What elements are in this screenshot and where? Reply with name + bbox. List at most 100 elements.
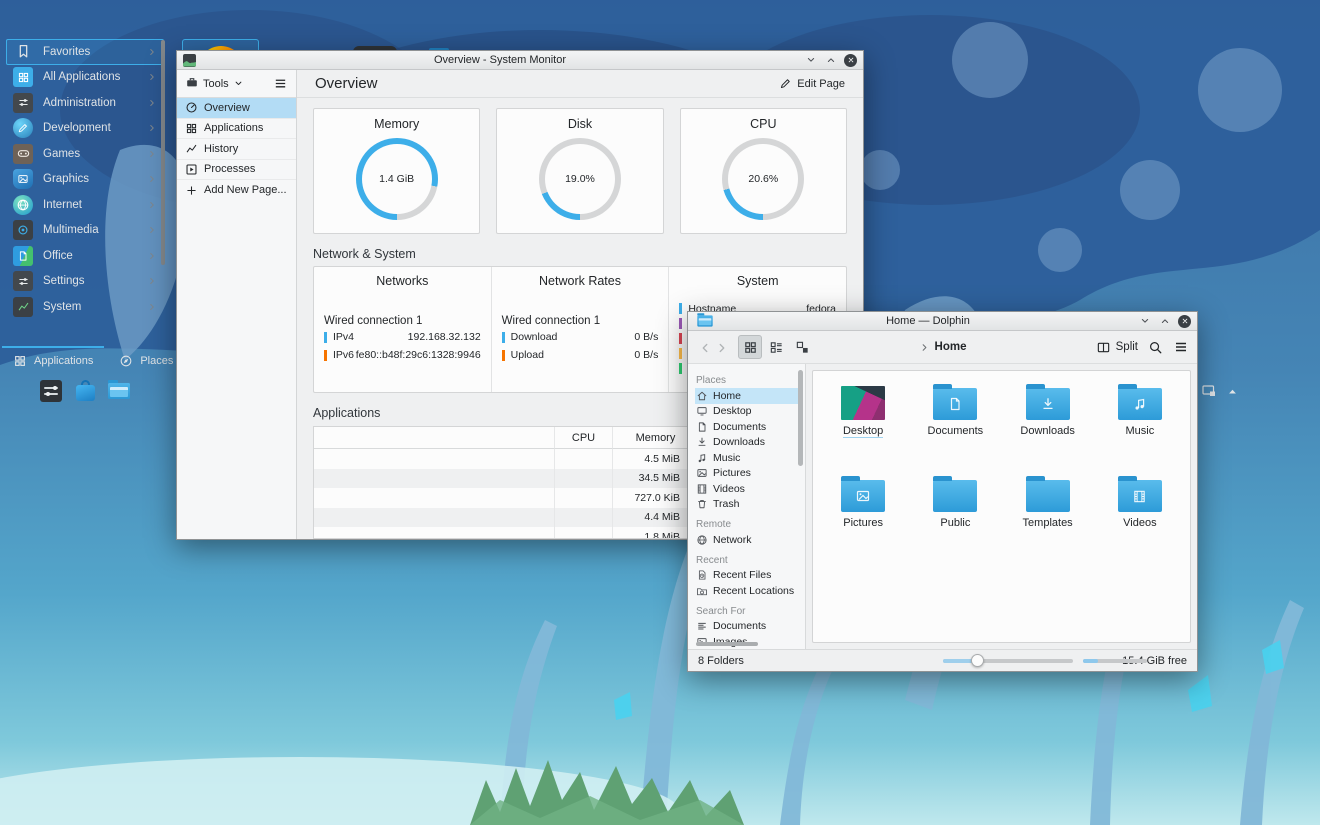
sidebar-item-add-new-page[interactable]: Add New Page...	[177, 180, 296, 201]
split-button[interactable]: Split	[1096, 340, 1138, 355]
folder-pictures[interactable]: Pictures	[817, 473, 909, 529]
sidebar-item-overview[interactable]: Overview	[177, 98, 296, 119]
dolphin-titlebar[interactable]: Home — Dolphin	[688, 312, 1197, 331]
places-section-title: Remote	[696, 519, 732, 530]
compass-icon	[119, 354, 133, 368]
minimize-icon[interactable]	[804, 54, 817, 67]
icons-view-button[interactable]	[738, 335, 762, 359]
column-header-cpu[interactable]: CPU	[554, 427, 612, 449]
folder-documents[interactable]: Documents	[909, 381, 1001, 437]
maximize-icon[interactable]	[824, 54, 837, 67]
ipv4-row: IPv4 192.168.32.132	[324, 329, 481, 345]
system-monitor-titlebar[interactable]: Overview - System Monitor	[177, 51, 863, 70]
folder-icon	[933, 476, 978, 512]
split-icon	[1096, 340, 1111, 355]
back-button[interactable]	[696, 339, 713, 355]
close-icon[interactable]	[844, 53, 857, 67]
category-office[interactable]: Office	[6, 243, 164, 269]
plus-icon	[185, 184, 198, 197]
category-games[interactable]: Games	[6, 141, 164, 167]
trash-icon	[696, 498, 708, 510]
folder-view: Desktop Documents Downloads Music Pictur…	[806, 364, 1197, 649]
tab-applications[interactable]: Applications	[0, 346, 106, 375]
ipv6-row: IPv6 fe80::b48f:29c6:1328:9946	[324, 347, 481, 363]
places-section-title: Search For	[696, 605, 746, 617]
places-scrollbar[interactable]	[798, 370, 803, 466]
window-title: Home — Dolphin	[886, 315, 970, 327]
category-administration[interactable]: Administration	[6, 90, 164, 116]
sidebar-item-applications[interactable]: Applications	[177, 119, 296, 139]
category-graphics[interactable]: Graphics	[6, 167, 164, 193]
chevron-right-icon	[147, 302, 157, 312]
chevron-right-icon	[147, 98, 157, 108]
category-development[interactable]: Development	[6, 116, 164, 142]
breadcrumb[interactable]: Home	[919, 341, 966, 353]
place-recent-files[interactable]: Recent Files	[695, 568, 805, 584]
category-favorites[interactable]: Favorites	[6, 39, 164, 65]
place-documents[interactable]: Documents	[695, 419, 805, 435]
process-icon	[185, 163, 198, 176]
folder-templates[interactable]: Templates	[1002, 473, 1094, 529]
column-header-name[interactable]	[314, 427, 554, 449]
zoom-slider-handle[interactable]	[971, 654, 984, 667]
forward-button[interactable]	[713, 339, 730, 355]
folder-desktop[interactable]: Desktop	[817, 381, 909, 438]
details-view-icon	[769, 340, 784, 355]
sidebar-burger-icon[interactable]	[273, 76, 288, 91]
expand-tray-icon[interactable]	[1226, 385, 1239, 398]
folder-icon	[1025, 476, 1070, 512]
network-icon[interactable]	[1201, 383, 1217, 399]
place-home[interactable]: Home	[695, 388, 798, 404]
places-section-title: Places	[696, 375, 727, 386]
sensor-color-bar	[679, 303, 683, 314]
folder-music[interactable]: Music	[1094, 381, 1186, 437]
search-button[interactable]	[1148, 340, 1163, 355]
folder-videos[interactable]: Videos	[1094, 473, 1186, 529]
sensor-color-bar	[324, 349, 327, 361]
search-documents[interactable]: Documents	[695, 619, 805, 635]
places-section-title: Recent	[696, 554, 728, 566]
category-settings[interactable]: Settings	[6, 269, 164, 295]
places-horizontal-scrollbar[interactable]	[696, 642, 758, 646]
edit-page-button[interactable]: Edit Page	[779, 77, 845, 90]
details-view-button[interactable]	[764, 335, 788, 359]
multimedia-icon	[13, 220, 33, 241]
folder-downloads[interactable]: Downloads	[1002, 381, 1094, 437]
sensor-color-bar	[679, 333, 683, 344]
category-all-applications[interactable]: All Applications	[6, 65, 164, 91]
place-videos[interactable]: Videos	[695, 481, 805, 497]
place-pictures[interactable]: Pictures	[695, 466, 805, 482]
sensor-color-bar	[679, 363, 683, 374]
tree-view-button[interactable]	[790, 335, 814, 359]
maximize-icon[interactable]	[1158, 315, 1171, 328]
category-multimedia[interactable]: Multimedia	[6, 218, 164, 244]
disk-gauge: 19.0%	[538, 138, 621, 220]
minimize-icon[interactable]	[1138, 315, 1151, 328]
cpu-card: CPU 20.6%	[679, 108, 847, 234]
category-internet[interactable]: Internet	[6, 192, 164, 218]
tools-menu[interactable]: Tools	[203, 78, 229, 90]
menu-button[interactable]	[1173, 339, 1189, 355]
sidebar-item-processes[interactable]: Processes	[177, 160, 296, 180]
place-music[interactable]: Music	[695, 450, 805, 466]
kickoff-scrollbar[interactable]	[161, 40, 165, 265]
folder-icon	[933, 384, 978, 420]
close-icon[interactable]	[1178, 314, 1191, 328]
sidebar-item-history[interactable]: History	[177, 139, 296, 160]
place-recent-locations[interactable]: Recent Locations	[695, 583, 805, 599]
home-icon	[696, 390, 708, 402]
place-desktop[interactable]: Desktop	[695, 404, 805, 420]
video-icon	[696, 483, 708, 495]
column-header-memory[interactable]: Memory	[612, 427, 698, 449]
folder-public[interactable]: Public	[909, 473, 1001, 529]
music-icon	[1132, 396, 1148, 412]
place-network[interactable]: Network	[695, 532, 805, 548]
tab-places[interactable]: Places	[106, 346, 186, 375]
chevron-right-icon	[147, 47, 157, 57]
place-downloads[interactable]: Downloads	[695, 435, 805, 451]
category-system[interactable]: System	[6, 294, 164, 320]
icons-view-icon	[743, 340, 758, 355]
memory-card: Memory 1.4 GiB	[313, 108, 481, 234]
place-trash[interactable]: Trash	[695, 497, 805, 513]
zoom-slider[interactable]	[943, 654, 1073, 667]
